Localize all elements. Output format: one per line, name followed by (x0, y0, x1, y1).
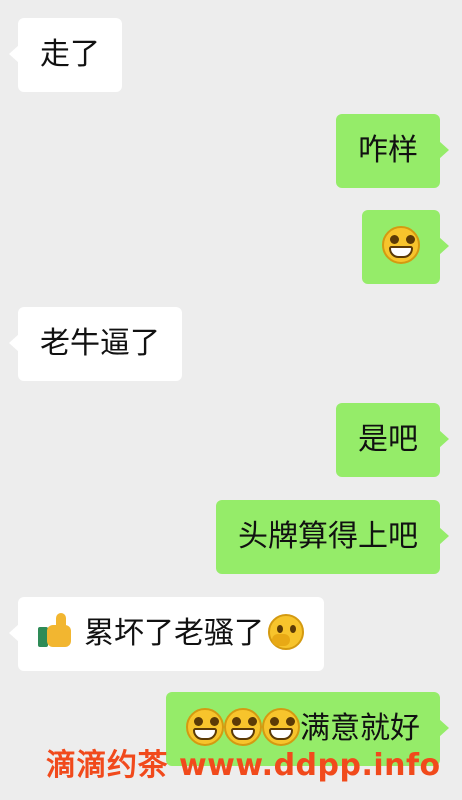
message-text: 老牛逼了 (40, 326, 160, 361)
message-text: 累坏了老骚了 (84, 616, 264, 651)
grin-icon (382, 225, 420, 264)
message-bubble-incoming[interactable]: 老牛逼了 (9, 307, 182, 381)
message-bubble-outgoing[interactable]: 头牌算得上吧 (216, 500, 449, 574)
message-text: 咋样 (358, 133, 418, 168)
message-bubble-outgoing[interactable]: 咋样 (336, 114, 449, 188)
thumbs-up-icon (38, 613, 74, 647)
message-bubble-outgoing[interactable] (362, 210, 449, 284)
watermark: 滴滴约茶 www.ddpp.info (46, 748, 441, 783)
message-bubble-incoming[interactable]: 走了 (9, 18, 122, 92)
thinking-face-icon (268, 613, 304, 650)
message-text: 是吧 (358, 422, 418, 457)
message-text: 走了 (40, 37, 100, 72)
message-bubble-incoming[interactable]: 累坏了老骚了 (9, 597, 324, 671)
message-bubble-outgoing[interactable]: 是吧 (336, 403, 449, 477)
message-text: 头牌算得上吧 (238, 519, 418, 554)
